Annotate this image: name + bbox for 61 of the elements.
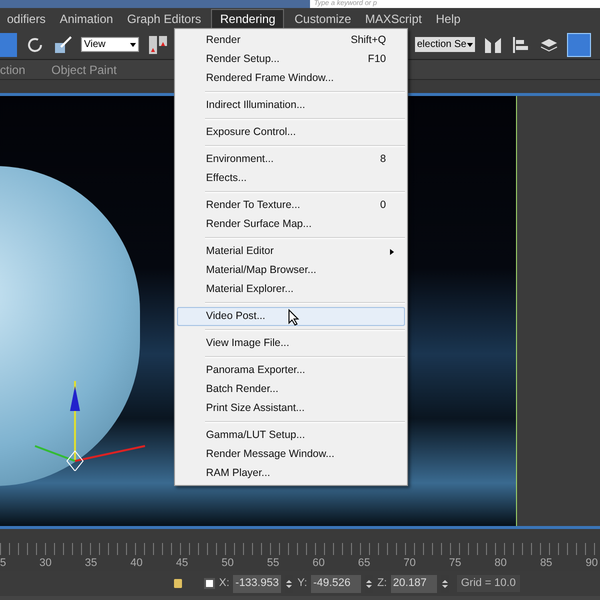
- menu-entry[interactable]: Video Post...: [177, 307, 405, 326]
- timeline-tick-label: 45: [176, 556, 188, 570]
- align-icon[interactable]: [511, 34, 531, 54]
- menu-entry[interactable]: Effects...: [177, 169, 405, 188]
- timeline-tick-label: 50: [221, 556, 234, 570]
- menu-entry[interactable]: Render To Texture... 0: [177, 196, 405, 215]
- menu-entry[interactable]: Material/Map Browser...: [177, 261, 405, 280]
- grid-readout: Grid = 10.0: [456, 575, 520, 592]
- timeline-tick-label: 90: [586, 556, 598, 570]
- menu-item[interactable]: Customize: [287, 9, 358, 29]
- menu-entry[interactable]: Material Explorer...: [177, 280, 405, 299]
- menu-entry[interactable]: Environment... 8: [177, 150, 405, 169]
- menu-entry[interactable]: Exposure Control...: [177, 123, 405, 142]
- shortcut-label: F10: [368, 52, 387, 67]
- timeline-tick-label: 5: [0, 556, 6, 570]
- menu-entry[interactable]: Render Surface Map...: [177, 215, 405, 234]
- ribbon-tab[interactable]: Object Paint: [51, 60, 117, 78]
- menu-item[interactable]: Animation: [52, 9, 120, 29]
- timeline-tick-label: 35: [84, 556, 98, 570]
- menu-entry[interactable]: RAM Player...: [177, 464, 405, 483]
- menu-item[interactable]: Help: [428, 9, 468, 29]
- timeline-tick-label: 65: [358, 556, 370, 570]
- menu-entry[interactable]: Material Editor: [177, 242, 405, 261]
- menu-entry[interactable]: Batch Render...: [177, 380, 405, 399]
- timeline-tick-label: 80: [494, 556, 507, 570]
- shortcut-label: Shift+Q: [350, 32, 387, 48]
- timeline-tick-label: 55: [266, 556, 280, 570]
- menu-item[interactable]: odifiers: [0, 9, 53, 29]
- menu-entry[interactable]: Rendered Frame Window...: [177, 69, 405, 88]
- shortcut-label: 0: [380, 198, 387, 213]
- z-label: Z:: [377, 576, 387, 592]
- absolute-mode-icon[interactable]: [204, 578, 215, 589]
- menu-entry[interactable]: Gamma/LUT Setup...: [177, 426, 405, 445]
- menu-entry[interactable]: Print Size Assistant...: [177, 399, 405, 418]
- ribbon-tab[interactable]: ction: [0, 60, 26, 78]
- scale-icon[interactable]: [53, 34, 73, 54]
- menu-entry[interactable]: Panorama Exporter...: [177, 361, 405, 380]
- z-coordinate-field[interactable]: 20.187: [390, 574, 437, 592]
- timeline-tick-label: 60: [312, 556, 325, 570]
- y-label: Y:: [297, 576, 308, 592]
- x-coordinate-field[interactable]: -133.953: [233, 574, 282, 592]
- timeline-tick-label: 70: [404, 556, 416, 570]
- menu-entry[interactable]: Render Setup... F10: [177, 50, 405, 69]
- menu-item[interactable]: Rendering: [211, 9, 284, 29]
- menu-entry[interactable]: Indirect Illumination...: [177, 96, 405, 115]
- timeline-tick-label: 40: [130, 556, 143, 570]
- x-label: X:: [219, 576, 230, 592]
- view-dropdown[interactable]: View: [81, 37, 139, 52]
- y-coordinate-field[interactable]: -49.526: [311, 574, 362, 592]
- menu-item[interactable]: MAXScript: [358, 9, 429, 29]
- timeline-tick-label: 85: [540, 556, 552, 570]
- pivot-icon[interactable]: [147, 34, 169, 56]
- shortcut-label: 8: [380, 152, 387, 167]
- menu-entry[interactable]: Render Shift+Q: [177, 31, 405, 50]
- menu-entry[interactable]: View Image File...: [177, 334, 405, 353]
- menu-item[interactable]: Graph Editors: [120, 9, 208, 29]
- menu-entry[interactable]: Render Message Window...: [177, 445, 405, 464]
- mouse-cursor-icon: [288, 309, 300, 326]
- timeline-tick-label: 75: [449, 556, 462, 570]
- timeline-tick-label: 30: [39, 556, 52, 570]
- selection-set-dropdown[interactable]: election Se: [415, 37, 475, 52]
